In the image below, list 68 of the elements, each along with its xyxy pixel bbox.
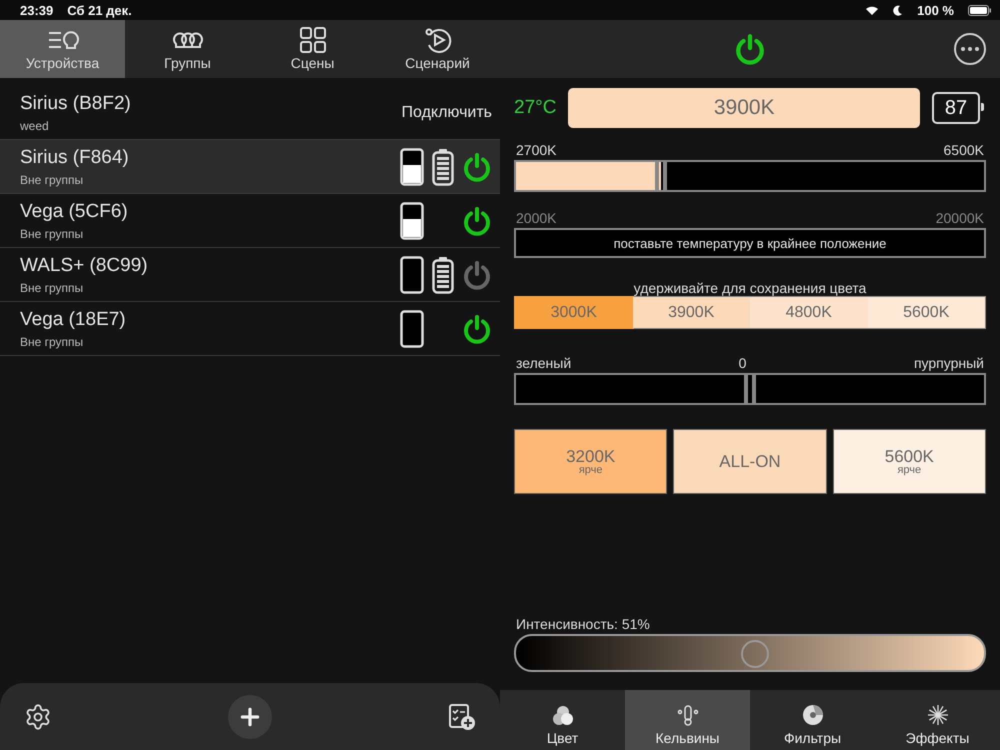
connect-link[interactable]: Подключить	[402, 104, 492, 122]
checklist-add-icon[interactable]	[448, 702, 476, 730]
status-date: Сб 21 дек.	[67, 2, 132, 18]
add-button[interactable]	[228, 694, 272, 738]
device-group: Вне группы	[20, 334, 400, 348]
mode-tab[interactable]: Цвет	[500, 690, 625, 750]
presets-hint: удерживайте для сохранения цвета	[632, 280, 868, 296]
settings-button[interactable]	[24, 702, 52, 730]
cct-slider[interactable]	[514, 160, 986, 192]
device-name: Vega (5CF6)	[20, 200, 129, 222]
nav-tab[interactable]: Устройства	[0, 20, 125, 78]
device-name: Sirius (B8F2)	[20, 92, 132, 114]
battery-icon	[968, 4, 992, 16]
slider-min-label: 2700K	[516, 142, 556, 158]
device-row[interactable]: WALS+ (8C99) Вне группы	[0, 248, 500, 302]
preset-button[interactable]: 5600K	[868, 297, 985, 328]
tint-slider[interactable]	[514, 373, 986, 405]
battery-icon	[432, 148, 454, 186]
device-group: Вне группы	[20, 280, 400, 294]
nav-tab[interactable]: Сцены	[250, 20, 375, 78]
device-row[interactable]: Vega (18E7) Вне группы	[0, 302, 500, 356]
mode-tab[interactable]: Эффекты	[875, 690, 1000, 750]
preset-button[interactable]: 4800K	[750, 297, 868, 328]
mode-tab[interactable]: Фильтры	[750, 690, 875, 750]
nav-tab[interactable]: Сценарий	[375, 20, 500, 78]
settings-icon	[24, 702, 52, 730]
circles-icon	[552, 704, 574, 726]
device-name: WALS+ (8C99)	[20, 254, 149, 276]
device-name: Vega (18E7)	[20, 308, 127, 330]
extreme-button[interactable]: поставьте температуру в крайнее положение	[514, 228, 986, 258]
device-row[interactable]: Sirius (F864) Вне группы	[0, 140, 500, 194]
power-icon[interactable]	[462, 260, 492, 290]
intensity-slider[interactable]	[514, 634, 986, 672]
device-group: Вне группы	[20, 226, 400, 240]
slider-max-label: 6500K	[944, 142, 984, 158]
more-button[interactable]	[954, 33, 986, 65]
battery-icon	[432, 256, 454, 294]
tint-right-label: пурпурный	[914, 355, 984, 371]
range-max-label: 20000K	[936, 210, 984, 226]
power-icon[interactable]	[462, 152, 492, 182]
wifi-icon	[865, 4, 880, 16]
device-group: Вне группы	[20, 172, 400, 186]
nav-tab[interactable]: Группы	[125, 20, 250, 78]
quick-button[interactable]: ALL-ON	[673, 429, 827, 494]
tint-center-label: 0	[738, 355, 746, 371]
preset-button[interactable]: 3900K	[632, 297, 750, 328]
slider-thumb[interactable]	[744, 375, 756, 403]
device-name: Sirius (F864)	[20, 146, 130, 168]
slider-thumb[interactable]	[655, 162, 668, 190]
device-row[interactable]: Vega (5CF6) Вне группы	[0, 194, 500, 248]
power-icon[interactable]	[462, 314, 492, 344]
slider-thumb[interactable]	[740, 640, 769, 668]
power-icon[interactable]	[734, 33, 766, 65]
sparkle-icon	[926, 704, 948, 726]
thermometer-icon	[676, 704, 698, 726]
mode-tab[interactable]: Кельвины	[625, 690, 750, 750]
power-icon[interactable]	[462, 206, 492, 236]
status-time: 23:39	[20, 2, 54, 18]
tint-left-label: зеленый	[516, 355, 572, 371]
intensity-label: Интенсивность: 51%	[516, 616, 650, 632]
battery-percent: 100 %	[917, 2, 954, 18]
temperature: 27°C	[514, 97, 556, 119]
device-group: weed	[20, 118, 402, 132]
range-min-label: 2000K	[516, 210, 556, 226]
disc-icon	[802, 704, 824, 726]
moon-icon	[893, 4, 904, 16]
quick-button[interactable]: 5600K ярче	[832, 429, 986, 494]
kelvin-display: 3900K	[568, 88, 920, 128]
